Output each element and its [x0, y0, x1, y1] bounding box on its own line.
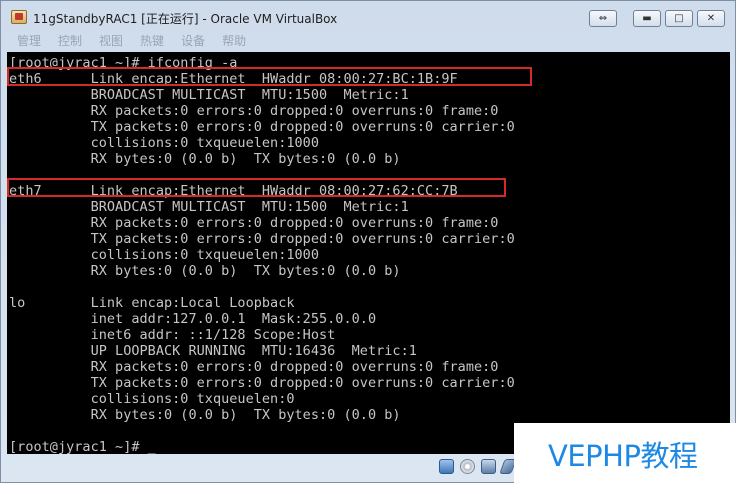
terminal-line: RX packets:0 errors:0 dropped:0 overruns…: [9, 359, 499, 375]
terminal-line: TX packets:0 errors:0 dropped:0 overruns…: [9, 375, 515, 391]
close-button[interactable]: ✕: [697, 10, 725, 27]
terminal-line: RX bytes:0 (0.0 b) TX bytes:0 (0.0 b): [9, 151, 401, 167]
eth6-highlight-box: [7, 67, 532, 86]
watermark: VEPHP教程: [514, 423, 736, 483]
menu-item-help[interactable]: 帮助: [212, 33, 253, 51]
terminal-line: inet6 addr: ::1/128 Scope:Host: [9, 327, 336, 343]
menu-item-control[interactable]: 控制: [48, 33, 89, 51]
maximize-icon: □: [674, 13, 684, 24]
terminal-line: RX bytes:0 (0.0 b) TX bytes:0 (0.0 b): [9, 407, 401, 423]
terminal-prompt: [root@jyrac1 ~]# _: [9, 439, 156, 454]
eth7-highlight-box: [7, 178, 506, 197]
terminal-line: BROADCAST MULTICAST MTU:1500 Metric:1: [9, 87, 409, 103]
virtualbox-app-icon[interactable]: [11, 10, 27, 24]
menu-item-hotkey[interactable]: 热键: [130, 33, 171, 51]
watermark-text: VEPHP教程: [548, 439, 698, 473]
terminal-line: inet addr:127.0.0.1 Mask:255.0.0.0: [9, 311, 377, 327]
terminal-line: RX packets:0 errors:0 dropped:0 overruns…: [9, 215, 499, 231]
restore-down-button[interactable]: ⇔: [589, 10, 617, 27]
network-icon[interactable]: [481, 459, 496, 474]
terminal-line: collisions:0 txqueuelen:1000: [9, 135, 319, 151]
virtualbox-window: 11gStandbyRAC1 [正在运行] - Oracle VM Virtua…: [0, 0, 736, 483]
hard-disk-icon[interactable]: [439, 459, 454, 474]
terminal-line: TX packets:0 errors:0 dropped:0 overruns…: [9, 119, 515, 135]
menu-bar: 管理 控制 视图 热键 设备 帮助: [7, 33, 253, 51]
double-arrow-icon: ⇔: [598, 13, 608, 24]
terminal-line: UP LOOPBACK RUNNING MTU:16436 Metric:1: [9, 343, 417, 359]
terminal-line: RX packets:0 errors:0 dropped:0 overruns…: [9, 103, 499, 119]
minimize-button[interactable]: ▬: [633, 10, 661, 27]
close-icon: ✕: [706, 13, 716, 24]
menu-item-view[interactable]: 视图: [89, 33, 130, 51]
terminal-line: collisions:0 txqueuelen:1000: [9, 247, 319, 263]
minimize-icon: ▬: [642, 13, 652, 24]
terminal-output[interactable]: [root@jyrac1 ~]# ifconfig -a eth6 Link e…: [9, 55, 515, 454]
vm-console-screen[interactable]: [root@jyrac1 ~]# ifconfig -a eth6 Link e…: [7, 52, 730, 454]
terminal-line: TX packets:0 errors:0 dropped:0 overruns…: [9, 231, 515, 247]
menu-item-devices[interactable]: 设备: [171, 33, 212, 51]
optical-drive-icon[interactable]: [460, 459, 475, 474]
maximize-button[interactable]: □: [665, 10, 693, 27]
menu-item-manage[interactable]: 管理: [7, 33, 48, 51]
title-bar[interactable]: 11gStandbyRAC1 [正在运行] - Oracle VM Virtua…: [1, 1, 735, 33]
terminal-line: lo Link encap:Local Loopback: [9, 295, 295, 311]
terminal-line: RX bytes:0 (0.0 b) TX bytes:0 (0.0 b): [9, 263, 401, 279]
terminal-line: BROADCAST MULTICAST MTU:1500 Metric:1: [9, 199, 409, 215]
window-title: 11gStandbyRAC1 [正在运行] - Oracle VM Virtua…: [33, 12, 338, 26]
terminal-line: collisions:0 txqueuelen:0: [9, 391, 295, 407]
